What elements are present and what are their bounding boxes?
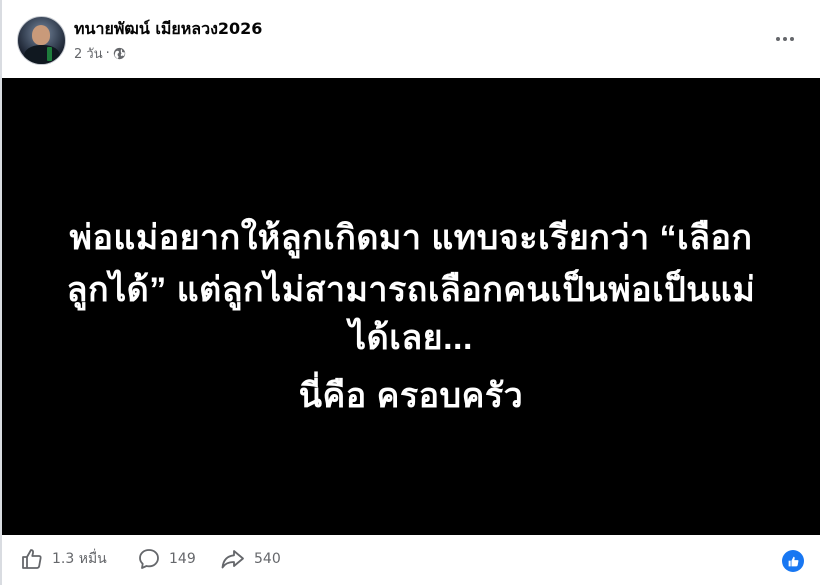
like-count: 1.3 หมื่น	[52, 551, 107, 567]
avatar-face	[32, 25, 50, 45]
like-button[interactable]: 1.3 หมื่น	[20, 547, 107, 571]
post-header: ทนายพัฒน์ เมียหลวง2026 2 วัน ·	[0, 0, 820, 78]
share-icon	[220, 547, 246, 571]
image-text-line-1: พ่อแม่อยากให้ลูกเกิดมา แทบจะเรียกว่า “เล…	[69, 219, 753, 257]
thumbs-up-icon	[20, 547, 44, 571]
like-reaction-icon[interactable]	[782, 550, 804, 572]
post-time[interactable]: 2 วัน	[74, 43, 103, 64]
avatar-body	[24, 45, 60, 64]
avatar-detail	[47, 47, 52, 61]
image-text-line-3: ได้เลย...	[349, 319, 473, 357]
post-image[interactable]: พ่อแม่อยากให้ลูกเกิดมา แทบจะเรียกว่า “เล…	[2, 78, 820, 535]
globe-icon[interactable]	[113, 47, 126, 60]
image-text-line-4: นี่คือ ครอบครัว	[298, 377, 524, 415]
comment-button[interactable]: 149	[137, 547, 196, 571]
share-count: 540	[254, 551, 281, 567]
post-meta: 2 วัน ·	[74, 43, 126, 64]
image-text-line-2: ลูกได้” แต่ลูกไม่สามารถเลือกคนเป็นพ่อเป็…	[66, 271, 756, 309]
post-footer: 1.3 หมื่น 149 540	[0, 535, 820, 585]
comment-count: 149	[169, 551, 196, 567]
more-options-button[interactable]	[770, 24, 800, 54]
meta-separator: ·	[105, 46, 110, 61]
share-button[interactable]: 540	[220, 547, 281, 571]
author-name[interactable]: ทนายพัฒน์ เมียหลวง2026	[74, 17, 262, 42]
more-options-icon	[775, 37, 796, 41]
avatar[interactable]	[17, 16, 66, 65]
comment-icon	[137, 547, 161, 571]
